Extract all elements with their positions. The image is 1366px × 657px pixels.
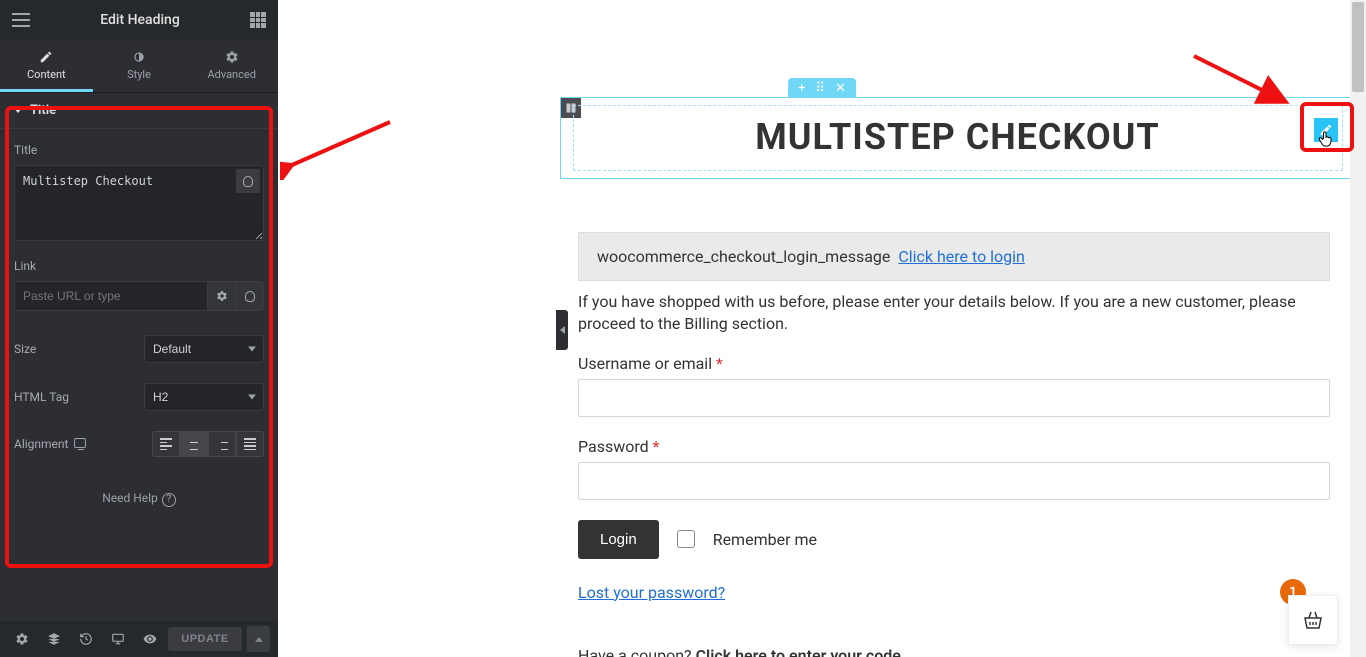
editor-canvas: + ⠿ ✕ MULTISTEP CHECKOUT woocommerce_che… [278,0,1366,657]
link-dynamic-button[interactable] [236,281,264,311]
basket-icon [1301,608,1325,632]
lost-password-link[interactable]: Lost your password? [578,583,725,602]
settings-button[interactable] [8,627,36,651]
coupon-message: Have a coupon? Click here to enter your … [578,646,1330,657]
title-label: Title [14,143,264,157]
title-textarea[interactable] [14,165,264,241]
widgets-grid-icon[interactable] [250,12,266,28]
gear-icon [15,632,29,646]
link-input[interactable] [14,281,208,311]
size-label: Size [14,342,36,356]
scrollbar[interactable] [1350,0,1366,657]
align-right-button[interactable] [208,431,236,457]
eye-icon [143,632,157,646]
caret-down-icon [14,108,22,113]
responsive-icon[interactable] [74,438,86,448]
add-section-button[interactable]: + [798,81,805,96]
database-icon [245,291,255,302]
update-button[interactable]: UPDATE [168,627,242,651]
alignment-label: Alignment [14,437,86,451]
gear-icon [216,290,228,302]
align-center-button[interactable] [180,431,208,457]
cursor-icon [1316,128,1336,154]
login-button[interactable]: Login [578,520,659,559]
panel-tabs: Content Style Advanced [0,40,278,93]
align-right-icon [216,438,228,450]
menu-icon[interactable] [12,13,30,27]
remember-label: Remember me [713,530,817,549]
caret-up-icon [255,637,263,642]
htmltag-select[interactable]: H2 [144,383,264,411]
chevron-left-icon [560,326,565,334]
sidebar-header: Edit Heading [0,0,278,40]
database-icon [243,176,253,187]
update-options-button[interactable] [246,626,270,652]
pencil-icon [39,50,53,64]
collapse-sidebar-button[interactable] [556,310,568,350]
login-message-bar: woocommerce_checkout_login_message Click… [578,232,1330,281]
htmltag-label: HTML Tag [14,390,69,404]
align-center-icon [188,438,200,450]
help-icon: ? [162,493,176,507]
responsive-icon [111,632,125,646]
panel-body: Title Title Link Size [0,93,278,621]
heading-widget[interactable]: MULTISTEP CHECKOUT [573,116,1342,158]
size-select[interactable]: Default [144,335,264,363]
style-icon [132,50,146,64]
password-input[interactable] [578,462,1330,500]
history-button[interactable] [72,627,100,651]
need-help-link[interactable]: Need Help? [0,467,278,531]
tab-content[interactable]: Content [0,40,93,92]
navigator-button[interactable] [40,627,68,651]
history-icon [79,632,93,646]
gear-icon [225,50,239,64]
editor-sidebar: Edit Heading Content Style Advanced Titl… [0,0,278,657]
link-options-button[interactable] [208,281,236,311]
layers-icon [47,632,61,646]
sidebar-footer: UPDATE [0,621,278,657]
shop-message: If you have shopped with us before, plea… [578,291,1330,336]
align-left-icon [160,438,172,450]
alignment-group [152,431,264,457]
username-input[interactable] [578,379,1330,417]
dynamic-tags-button[interactable] [236,169,260,193]
coupon-toggle-link[interactable]: Click here to enter your code [696,646,901,657]
tab-advanced[interactable]: Advanced [185,40,278,92]
tab-style[interactable]: Style [93,40,186,92]
password-label: Password * [578,437,1330,456]
align-justify-button[interactable] [236,431,264,457]
preview-button[interactable] [136,627,164,651]
align-left-button[interactable] [152,431,180,457]
sidebar-title: Edit Heading [30,12,250,28]
link-label: Link [14,259,264,273]
cart-float-button[interactable] [1288,595,1338,645]
align-justify-icon [244,438,256,450]
scrollbar-thumb[interactable] [1352,2,1364,92]
delete-section-button[interactable]: ✕ [835,81,846,96]
remember-checkbox[interactable] [677,530,695,548]
username-label: Username or email * [578,354,1330,373]
responsive-button[interactable] [104,627,132,651]
login-toggle-link[interactable]: Click here to login [898,247,1025,266]
checkout-form: woocommerce_checkout_login_message Click… [578,232,1330,657]
section-controls: + ⠿ ✕ [788,78,856,98]
section-head-title[interactable]: Title [0,93,278,129]
edit-section-button[interactable]: ⠿ [815,81,825,96]
